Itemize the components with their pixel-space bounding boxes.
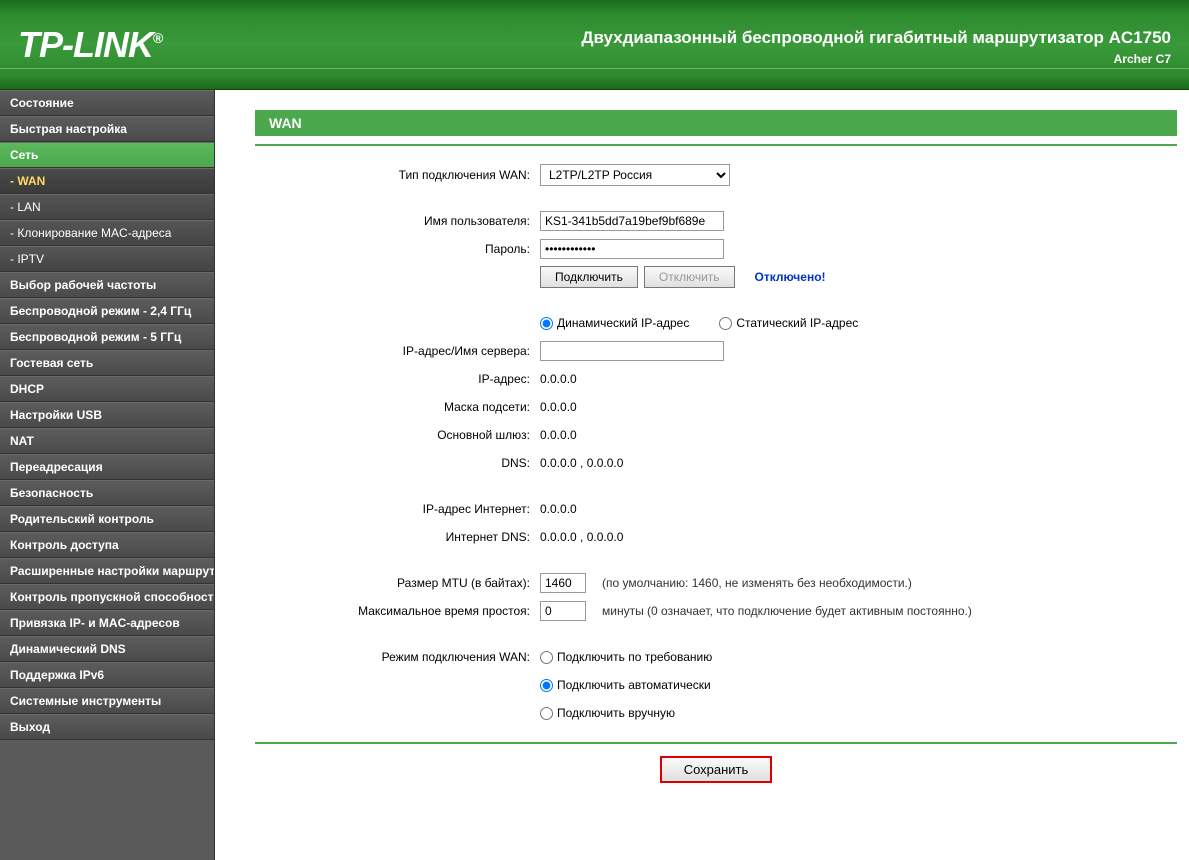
divider	[255, 742, 1177, 744]
sidebar-item-12[interactable]: Настройки USB	[0, 402, 214, 428]
sidebar-item-3[interactable]: - WAN	[0, 168, 214, 194]
value-dns: 0.0.0.0 , 0.0.0.0	[540, 456, 1177, 470]
sidebar-item-16[interactable]: Родительский контроль	[0, 506, 214, 532]
radio-dynamic-ip-label[interactable]: Динамический IP-адрес	[540, 316, 689, 330]
sidebar-item-21[interactable]: Динамический DNS	[0, 636, 214, 662]
sidebar-item-18[interactable]: Расширенные настройки маршрутизации	[0, 558, 214, 584]
radio-on-demand-label[interactable]: Подключить по требованию	[540, 650, 712, 664]
sidebar-item-23[interactable]: Системные инструменты	[0, 688, 214, 714]
label-username: Имя пользователя:	[255, 214, 540, 228]
radio-auto-label[interactable]: Подключить автоматически	[540, 678, 711, 692]
server-ip-input[interactable]	[540, 341, 724, 361]
disconnect-button: Отключить	[644, 266, 735, 288]
value-gateway: 0.0.0.0	[540, 428, 1177, 442]
hint-mtu: (по умолчанию: 1460, не изменять без нео…	[602, 576, 912, 590]
label-netmask: Маска подсети:	[255, 400, 540, 414]
header-subtitle: Archer C7	[1114, 52, 1171, 66]
sidebar-item-10[interactable]: Гостевая сеть	[0, 350, 214, 376]
label-mtu: Размер MTU (в байтах):	[255, 576, 540, 590]
mtu-input[interactable]	[540, 573, 586, 593]
sidebar-item-2[interactable]: Сеть	[0, 142, 214, 168]
label-ip: IP-адрес:	[255, 372, 540, 386]
idle-input[interactable]	[540, 601, 586, 621]
radio-manual[interactable]	[540, 707, 553, 720]
value-internet-dns: 0.0.0.0 , 0.0.0.0	[540, 530, 1177, 544]
label-password: Пароль:	[255, 242, 540, 256]
wan-conn-type-select[interactable]: L2TP/L2TP Россия	[540, 164, 730, 186]
label-server-ip: IP-адрес/Имя сервера:	[255, 344, 540, 358]
sidebar-item-22[interactable]: Поддержка IPv6	[0, 662, 214, 688]
value-ip: 0.0.0.0	[540, 372, 1177, 386]
value-internet-ip: 0.0.0.0	[540, 502, 1177, 516]
sidebar-item-17[interactable]: Контроль доступа	[0, 532, 214, 558]
sidebar-item-6[interactable]: - IPTV	[0, 246, 214, 272]
main-content: WAN Тип подключения WAN: L2TP/L2TP Росси…	[215, 90, 1189, 860]
divider	[255, 144, 1177, 146]
sidebar-item-14[interactable]: Переадресация	[0, 454, 214, 480]
username-input[interactable]	[540, 211, 724, 231]
sidebar-item-24[interactable]: Выход	[0, 714, 214, 740]
radio-manual-label[interactable]: Подключить вручную	[540, 706, 675, 720]
label-conn-mode: Режим подключения WAN:	[255, 650, 540, 664]
label-conn-type: Тип подключения WAN:	[255, 168, 540, 182]
sidebar-item-5[interactable]: - Клонирование MAC-адреса	[0, 220, 214, 246]
label-gateway: Основной шлюз:	[255, 428, 540, 442]
radio-static-ip-label[interactable]: Статический IP-адрес	[719, 316, 858, 330]
sidebar-item-20[interactable]: Привязка IP- и MAC-адресов	[0, 610, 214, 636]
sidebar: СостояниеБыстрая настройкаСеть- WAN- LAN…	[0, 90, 215, 860]
sidebar-item-13[interactable]: NAT	[0, 428, 214, 454]
connect-button[interactable]: Подключить	[540, 266, 638, 288]
save-button[interactable]: Сохранить	[660, 756, 773, 783]
sidebar-item-0[interactable]: Состояние	[0, 90, 214, 116]
value-netmask: 0.0.0.0	[540, 400, 1177, 414]
radio-auto[interactable]	[540, 679, 553, 692]
header-title: Двухдиапазонный беспроводной гигабитный …	[581, 28, 1171, 48]
hint-idle: минуты (0 означает, что подключение буде…	[602, 604, 972, 618]
header: TP-LINK® Двухдиапазонный беспроводной ги…	[0, 0, 1189, 90]
sidebar-item-9[interactable]: Беспроводной режим - 5 ГГц	[0, 324, 214, 350]
radio-on-demand[interactable]	[540, 651, 553, 664]
connection-status: Отключено!	[755, 270, 826, 284]
radio-dynamic-ip[interactable]	[540, 317, 553, 330]
sidebar-item-19[interactable]: Контроль пропускной способности	[0, 584, 214, 610]
label-dns: DNS:	[255, 456, 540, 470]
label-idle: Максимальное время простоя:	[255, 604, 540, 618]
sidebar-item-11[interactable]: DHCP	[0, 376, 214, 402]
password-input[interactable]	[540, 239, 724, 259]
sidebar-item-7[interactable]: Выбор рабочей частоты	[0, 272, 214, 298]
sidebar-item-1[interactable]: Быстрая настройка	[0, 116, 214, 142]
logo: TP-LINK®	[18, 24, 162, 66]
label-internet-dns: Интернет DNS:	[255, 530, 540, 544]
sidebar-item-15[interactable]: Безопасность	[0, 480, 214, 506]
sidebar-item-4[interactable]: - LAN	[0, 194, 214, 220]
page-title: WAN	[255, 110, 1177, 136]
radio-static-ip[interactable]	[719, 317, 732, 330]
sidebar-item-8[interactable]: Беспроводной режим - 2,4 ГГц	[0, 298, 214, 324]
label-internet-ip: IP-адрес Интернет:	[255, 502, 540, 516]
